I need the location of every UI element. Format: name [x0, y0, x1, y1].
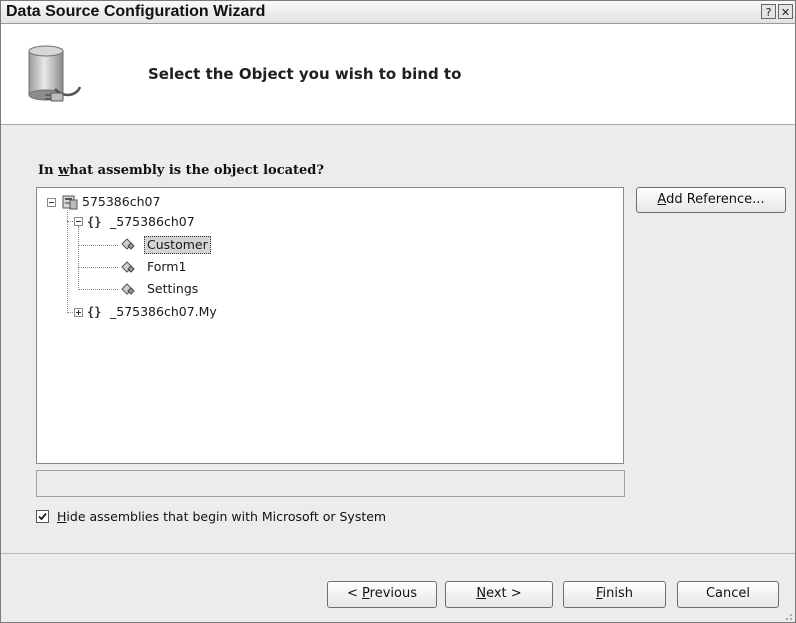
- window-title: Data Source Configuration Wizard: [6, 3, 266, 20]
- next-label: ext >: [486, 586, 522, 601]
- question-prefix: In: [38, 163, 59, 178]
- next-button[interactable]: Next >: [445, 581, 553, 608]
- namespace-icon: {}: [87, 305, 102, 319]
- hide-assemblies-text: ide assemblies that begin with Microsoft…: [66, 509, 387, 524]
- namespace-my-expand-toggle[interactable]: [74, 308, 83, 317]
- checkmark-icon: [38, 512, 47, 521]
- namespace-collapse-toggle[interactable]: [74, 217, 83, 226]
- previous-prefix: <: [347, 586, 363, 601]
- database-plug-icon: [28, 45, 82, 102]
- cancel-button[interactable]: Cancel: [677, 581, 779, 608]
- question-accelerator: w: [58, 163, 70, 178]
- class-icon: [121, 261, 135, 273]
- title-bar: Data Source Configuration Wizard ? ✕: [1, 1, 795, 24]
- hide-assemblies-accelerator: H: [57, 509, 67, 524]
- page-heading: Select the Object you wish to bind to: [148, 65, 462, 83]
- tree-class-settings[interactable]: Settings: [147, 281, 198, 297]
- footer-divider: [1, 553, 795, 554]
- add-reference-button[interactable]: Add Reference...: [636, 187, 786, 213]
- tree-namespace-my-label[interactable]: _575386ch07.My: [110, 304, 217, 320]
- next-accelerator: N: [476, 586, 487, 601]
- help-button[interactable]: ?: [761, 4, 776, 19]
- previous-label: revious: [369, 586, 417, 601]
- class-icon: [121, 283, 135, 295]
- tree-root-label[interactable]: 575386ch07: [82, 194, 160, 210]
- namespace-icon: {}: [87, 215, 102, 229]
- hide-assemblies-label[interactable]: Hide assemblies that begin with Microsof…: [57, 509, 386, 524]
- wizard-header: Select the Object you wish to bind to: [1, 24, 795, 125]
- question-suffix: hat assembly is the object located?: [69, 163, 325, 178]
- tree-namespace-label[interactable]: _575386ch07: [110, 214, 195, 230]
- add-reference-label: dd Reference...: [666, 192, 765, 207]
- finish-button[interactable]: Finish: [563, 581, 666, 608]
- root-collapse-toggle[interactable]: [47, 198, 56, 207]
- assembly-tree[interactable]: 575386ch07 {} _575386ch07 Customer Form1…: [36, 187, 624, 464]
- hide-assemblies-checkbox[interactable]: [36, 510, 49, 523]
- close-button[interactable]: ✕: [778, 4, 793, 19]
- previous-button[interactable]: < Previous: [327, 581, 437, 608]
- class-icon: [121, 238, 135, 250]
- add-reference-accelerator: A: [657, 192, 667, 207]
- tree-class-form1[interactable]: Form1: [147, 259, 186, 275]
- tree-class-customer[interactable]: Customer: [144, 236, 211, 254]
- assembly-icon: [62, 195, 78, 210]
- wizard-window: Data Source Configuration Wizard ? ✕ Sel…: [0, 0, 796, 623]
- resize-grip-icon[interactable]: [781, 609, 793, 621]
- previous-accelerator: P: [362, 586, 370, 601]
- finish-label: inish: [602, 586, 634, 601]
- assembly-question-label: In what assembly is the object located?: [38, 163, 324, 178]
- status-bar: [36, 470, 625, 497]
